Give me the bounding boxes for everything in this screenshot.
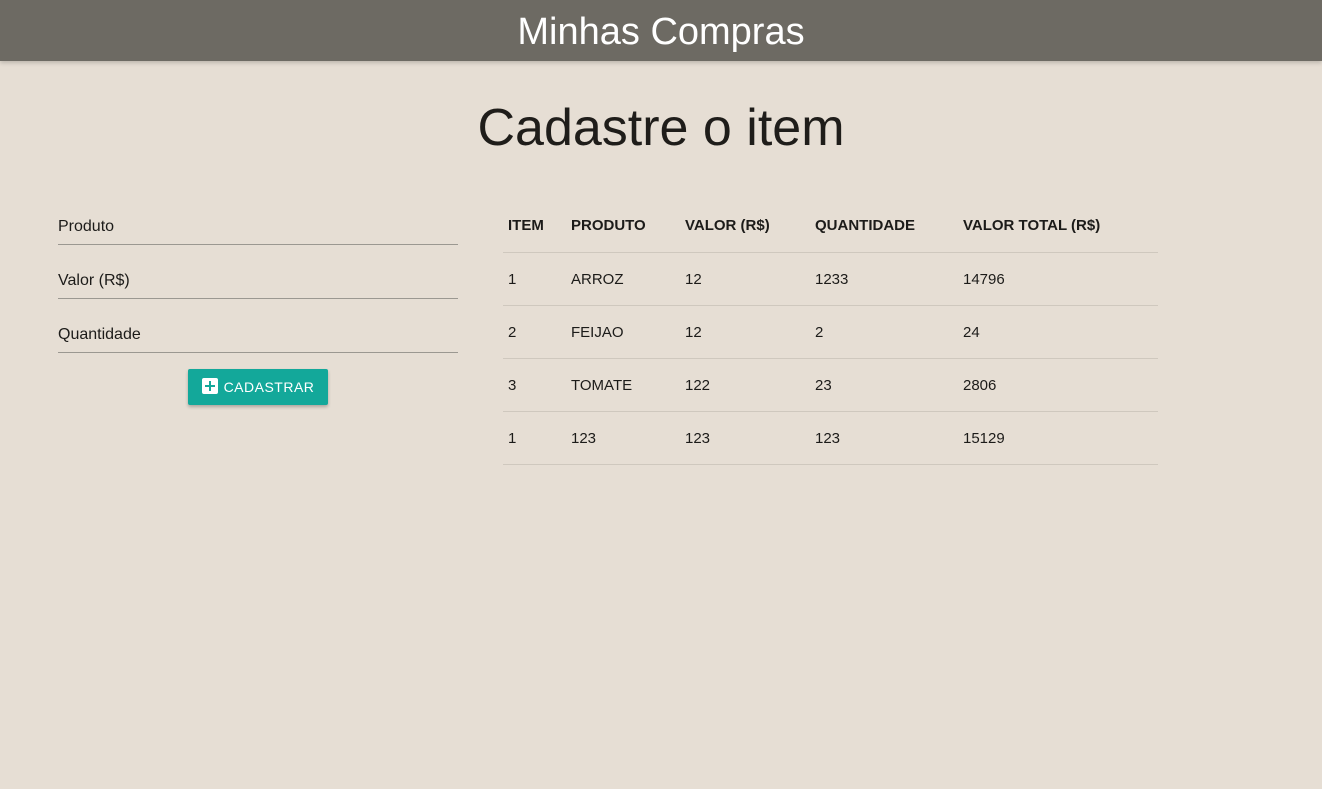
- product-input[interactable]: [58, 210, 458, 245]
- price-input[interactable]: [58, 264, 458, 299]
- column-header-total: VALOR TOTAL (R$): [958, 199, 1158, 253]
- cell-quantity: 2: [810, 305, 958, 359]
- product-field-wrapper: [58, 200, 458, 254]
- column-header-price: VALOR (R$): [680, 199, 810, 253]
- table-row: 1 ARROZ 12 1233 14796: [503, 252, 1158, 306]
- quantity-field-wrapper: [58, 308, 458, 362]
- cell-price: 12: [680, 252, 810, 306]
- plus-box-icon: [201, 378, 218, 394]
- cell-price: 123: [680, 411, 810, 465]
- cell-total: 15129: [958, 411, 1158, 465]
- cell-item: 1: [503, 411, 566, 465]
- cell-quantity: 23: [810, 358, 958, 412]
- page-title: Cadastre o item: [477, 99, 845, 157]
- cell-price: 12: [680, 305, 810, 359]
- cell-total: 24: [958, 305, 1158, 359]
- cell-total: 14796: [958, 252, 1158, 306]
- button-row: CADASTRAR: [58, 369, 458, 409]
- table-row: 1 123 123 123 15129: [503, 411, 1158, 465]
- app-title: Minhas Compras: [517, 10, 805, 53]
- item-form: CADASTRAR: [58, 200, 458, 409]
- table-header-row: ITEM PRODUTO VALOR (R$) QUANTIDADE VALOR…: [503, 199, 1158, 253]
- column-header-quantity: QUANTIDADE: [810, 199, 958, 253]
- column-header-item: ITEM: [503, 199, 566, 253]
- cell-product: TOMATE: [566, 358, 680, 412]
- cell-quantity: 1233: [810, 252, 958, 306]
- cell-item: 3: [503, 358, 566, 412]
- column-header-product: PRODUTO: [566, 199, 680, 253]
- cell-item: 2: [503, 305, 566, 359]
- table-row: 3 TOMATE 122 23 2806: [503, 358, 1158, 412]
- register-button-label: CADASTRAR: [223, 379, 315, 395]
- cell-quantity: 123: [810, 411, 958, 465]
- table-row: 2 FEIJAO 12 2 24: [503, 305, 1158, 359]
- cell-total: 2806: [958, 358, 1158, 412]
- price-field-wrapper: [58, 254, 458, 308]
- quantity-input[interactable]: [58, 318, 458, 353]
- cell-price: 122: [680, 358, 810, 412]
- cell-product: 123: [566, 411, 680, 465]
- cell-product: FEIJAO: [566, 305, 680, 359]
- cell-item: 1: [503, 252, 566, 306]
- cell-product: ARROZ: [566, 252, 680, 306]
- items-table: ITEM PRODUTO VALOR (R$) QUANTIDADE VALOR…: [503, 199, 1158, 465]
- top-bar: Minhas Compras: [0, 0, 1322, 61]
- register-button[interactable]: CADASTRAR: [188, 369, 328, 405]
